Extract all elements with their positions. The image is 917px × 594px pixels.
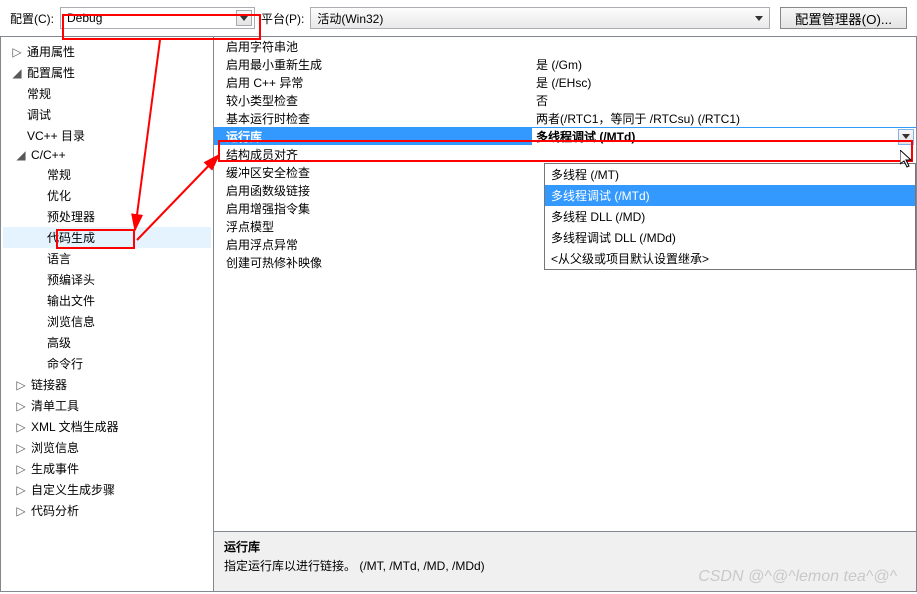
config-value: Debug bbox=[67, 11, 102, 25]
tree-code-analysis[interactable]: ▷代码分析 bbox=[3, 500, 211, 521]
caret-icon: ▷ bbox=[15, 462, 27, 476]
opt-mtd[interactable]: 多线程调试 (/MTd) bbox=[545, 185, 915, 206]
tree-cpp-advanced[interactable]: 高级 bbox=[3, 332, 211, 353]
caret-down-icon: ◢ bbox=[15, 148, 27, 162]
prop-runtime-checks[interactable]: 基本运行时检查两者(/RTC1，等同于 /RTCsu) (/RTC1) bbox=[214, 109, 916, 127]
chevron-down-icon bbox=[236, 10, 252, 26]
tree-cpp-pch[interactable]: 预编译头 bbox=[3, 269, 211, 290]
tree-custom-build[interactable]: ▷自定义生成步骤 bbox=[3, 479, 211, 500]
prop-min-rebuild[interactable]: 启用最小重新生成是 (/Gm) bbox=[214, 55, 916, 73]
tree-general-properties[interactable]: ▷通用属性 bbox=[3, 41, 211, 62]
platform-value: 活动(Win32) bbox=[317, 10, 383, 27]
tree-debug[interactable]: 调试 bbox=[3, 104, 211, 125]
prop-string-pool[interactable]: 启用字符串池 bbox=[214, 37, 916, 55]
prop-small-type[interactable]: 较小类型检查否 bbox=[214, 91, 916, 109]
tree-xmldoc[interactable]: ▷XML 文档生成器 bbox=[3, 416, 211, 437]
platform-label: 平台(P): bbox=[261, 10, 304, 27]
opt-mt[interactable]: 多线程 (/MT) bbox=[545, 164, 915, 185]
config-label: 配置(C): bbox=[10, 10, 54, 27]
tree-manifest[interactable]: ▷清单工具 bbox=[3, 395, 211, 416]
tree-cpp-preproc[interactable]: 预处理器 bbox=[3, 206, 211, 227]
opt-mdd[interactable]: 多线程调试 DLL (/MDd) bbox=[545, 227, 915, 248]
opt-md[interactable]: 多线程 DLL (/MD) bbox=[545, 206, 915, 227]
chevron-down-icon bbox=[751, 10, 767, 26]
tree-vcpp-dirs[interactable]: VC++ 目录 bbox=[3, 125, 211, 146]
tree-general[interactable]: 常规 bbox=[3, 83, 211, 104]
config-dropdown[interactable]: Debug bbox=[60, 7, 255, 29]
caret-icon: ▷ bbox=[15, 420, 27, 434]
desc-title: 运行库 bbox=[224, 538, 906, 555]
config-manager-button[interactable]: 配置管理器(O)... bbox=[780, 7, 907, 29]
tree-buildevents[interactable]: ▷生成事件 bbox=[3, 458, 211, 479]
tree-cpp-optimize[interactable]: 优化 bbox=[3, 185, 211, 206]
tree-cpp-browse[interactable]: 浏览信息 bbox=[3, 311, 211, 332]
caret-down-icon: ◢ bbox=[11, 66, 23, 80]
tree-config-properties[interactable]: ◢配置属性 bbox=[3, 62, 211, 83]
opt-inherit[interactable]: <从父级或项目默认设置继承> bbox=[545, 248, 915, 269]
tree-panel: ▷通用属性 ◢配置属性 常规 调试 VC++ 目录 ◢C/C++ 常规 优化 预… bbox=[0, 36, 214, 592]
caret-icon: ▷ bbox=[15, 399, 27, 413]
tree-cpp-codegen[interactable]: 代码生成 bbox=[3, 227, 211, 248]
tree-cpp-output[interactable]: 输出文件 bbox=[3, 290, 211, 311]
platform-dropdown[interactable]: 活动(Win32) bbox=[310, 7, 770, 29]
caret-icon: ▷ bbox=[15, 483, 27, 497]
chevron-down-icon[interactable] bbox=[898, 129, 914, 145]
caret-icon: ▷ bbox=[11, 45, 23, 59]
caret-icon: ▷ bbox=[15, 378, 27, 392]
prop-cpp-except[interactable]: 启用 C++ 异常是 (/EHsc) bbox=[214, 73, 916, 91]
tree-browse2[interactable]: ▷浏览信息 bbox=[3, 437, 211, 458]
properties-grid: 启用字符串池 启用最小重新生成是 (/Gm) 启用 C++ 异常是 (/EHsc… bbox=[214, 37, 916, 531]
tree-linker[interactable]: ▷链接器 bbox=[3, 374, 211, 395]
prop-struct-align[interactable]: 结构成员对齐 bbox=[214, 145, 916, 163]
caret-icon: ▷ bbox=[15, 504, 27, 518]
runtime-lib-dropdown[interactable]: 多线程 (/MT) 多线程调试 (/MTd) 多线程 DLL (/MD) 多线程… bbox=[544, 163, 916, 270]
watermark: CSDN @^@^lemon tea^@^ bbox=[698, 568, 897, 586]
tree-cpp-cmdline[interactable]: 命令行 bbox=[3, 353, 211, 374]
tree-cpp-lang[interactable]: 语言 bbox=[3, 248, 211, 269]
tree-cpp-general[interactable]: 常规 bbox=[3, 164, 211, 185]
caret-icon: ▷ bbox=[15, 441, 27, 455]
cursor-icon bbox=[900, 150, 916, 170]
prop-runtime-lib[interactable]: 运行库多线程调试 (/MTd) bbox=[214, 127, 916, 145]
tree-cpp[interactable]: ◢C/C++ bbox=[3, 146, 211, 164]
